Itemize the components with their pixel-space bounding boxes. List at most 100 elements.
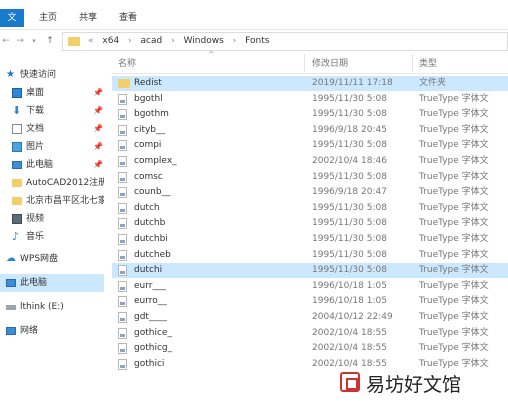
file-type: 文件夹: [419, 78, 447, 88]
file-row[interactable]: eurro__ 1996/10/18 1:05 TrueType 字体文: [112, 294, 508, 309]
crumb-x64[interactable]: x64: [99, 33, 122, 50]
column-divider[interactable]: [412, 54, 413, 72]
nav-this-pc[interactable]: 此电脑: [0, 274, 104, 292]
file-row[interactable]: counb__ 1996/9/18 20:47 TrueType 字体文: [112, 185, 508, 200]
file-row[interactable]: dutcheb 1995/11/30 5:08 TrueType 字体文: [112, 248, 508, 263]
file-type: TrueType 字体文: [419, 249, 489, 260]
font-file-icon: [118, 234, 127, 245]
crumb-windows[interactable]: Windows: [181, 33, 227, 50]
nav-wps-cloud[interactable]: ☁ WPS网盘: [0, 250, 104, 268]
back-arrow-icon[interactable]: ←: [0, 33, 12, 49]
nav-videos[interactable]: 视频: [0, 210, 104, 228]
star-icon: ★: [6, 69, 15, 80]
address-bar[interactable]: « x64 › acad › Windows › Fonts: [62, 32, 508, 51]
pin-icon[interactable]: 📌: [93, 102, 103, 120]
tab-view[interactable]: 查看: [115, 10, 141, 26]
file-name: dutcheb: [134, 249, 171, 260]
nav-pictures[interactable]: 图片 📌: [0, 138, 104, 156]
file-list: Redist 2019/11/11 17:18 文件夹 bgothl 1995/11/3…: [112, 76, 508, 414]
column-header-name[interactable]: 名称: [118, 55, 136, 73]
column-header-date[interactable]: 修改日期: [312, 55, 348, 73]
tab-file[interactable]: 文件: [0, 9, 24, 41]
nav-label: 此电脑: [20, 278, 48, 288]
column-divider[interactable]: [304, 54, 305, 72]
nav-drive-e[interactable]: lthink (E:): [0, 298, 104, 316]
font-file-icon: [118, 312, 127, 323]
column-header-type[interactable]: 类型: [419, 55, 437, 73]
file-date: 2019/11/11 17:18: [312, 78, 393, 88]
file-date: 1996/9/18 20:47: [312, 187, 387, 198]
nav-label: 网络: [20, 326, 39, 336]
file-date: 1996/9/18 20:45: [312, 124, 387, 135]
crumb-separator-icon[interactable]: ›: [125, 33, 135, 50]
nav-downloads[interactable]: ⬇ 下载 📌: [0, 102, 104, 120]
nav-network[interactable]: 网络: [0, 322, 104, 340]
file-row[interactable]: cityb__ 1996/9/18 20:45 TrueType 字体文: [112, 123, 508, 138]
file-type: TrueType 字体文: [419, 312, 489, 322]
nav-label: 快速访问: [20, 70, 57, 80]
file-row[interactable]: dutch 1995/11/30 5:08 TrueType 字体文: [112, 201, 508, 216]
file-name: dutch: [134, 202, 160, 213]
crumb-separator-icon[interactable]: ›: [168, 33, 178, 50]
tab-home[interactable]: 主页: [35, 10, 61, 26]
file-row[interactable]: bgothl 1995/11/30 5:08 TrueType 字体文: [112, 92, 508, 107]
nav-label: 音乐: [26, 232, 45, 242]
desktop-icon: [12, 88, 22, 98]
file-name: gdt____: [134, 312, 167, 322]
music-icon: ♪: [12, 230, 20, 243]
file-row[interactable]: gdt____ 2004/10/12 22:49 TrueType 字体文: [112, 310, 508, 325]
file-type: TrueType 字体文: [419, 171, 489, 182]
recent-locations-chevron-icon[interactable]: ▾: [28, 33, 40, 49]
file-row[interactable]: eurr___ 1996/10/18 1:05 TrueType 字体文: [112, 279, 508, 294]
file-name: eurro__: [134, 296, 167, 307]
font-file-icon: [118, 327, 127, 339]
nav-music[interactable]: ♪ 音乐: [0, 228, 104, 246]
font-file-icon: [118, 249, 127, 261]
file-row[interactable]: compi 1995/11/30 5:08 TrueType 字体文: [112, 138, 508, 153]
file-row[interactable]: dutchi 1995/11/30 5:08 TrueType 字体文: [112, 263, 508, 279]
file-date: 2002/10/4 18:46: [312, 156, 387, 166]
file-row[interactable]: bgothm 1995/11/30 5:08 TrueType 字体文: [112, 107, 508, 122]
nav-desktop[interactable]: 桌面 📌: [0, 84, 104, 102]
nav-label: 视频: [26, 214, 45, 224]
file-name: bgothl: [134, 93, 163, 104]
crumb-acad[interactable]: acad: [138, 33, 166, 50]
file-name: eurr___: [134, 280, 166, 291]
file-row[interactable]: Redist 2019/11/11 17:18 文件夹: [112, 76, 508, 91]
file-row[interactable]: dutchb 1995/11/30 5:08 TrueType 字体文: [112, 216, 508, 231]
crumb-fonts[interactable]: Fonts: [242, 33, 272, 50]
file-row[interactable]: dutchbi 1995/11/30 5:08 TrueType 字体文: [112, 232, 508, 247]
network-icon: [6, 327, 16, 335]
file-type: TrueType 字体文: [419, 280, 489, 291]
file-row[interactable]: gothice_ 2002/10/4 18:55 TrueType 字体文: [112, 326, 508, 341]
file-date: 1995/11/30 5:08: [312, 202, 387, 213]
computer-icon: [6, 279, 16, 287]
pin-icon[interactable]: 📌: [93, 120, 103, 138]
nav-documents[interactable]: 文档 📌: [0, 120, 104, 138]
pin-icon[interactable]: 📌: [93, 156, 103, 174]
overflow-crumb[interactable]: «: [85, 33, 97, 50]
font-file-icon: [118, 358, 127, 370]
file-row[interactable]: comsc 1995/11/30 5:08 TrueType 字体文: [112, 170, 508, 185]
nav-beijing-folder[interactable]: 北京市昌平区北七家: [0, 192, 104, 210]
nav-label: 桌面: [26, 88, 45, 98]
file-date: 1995/11/30 5:08: [312, 249, 387, 260]
pin-icon[interactable]: 📌: [93, 84, 103, 102]
watermark-text: 易坊好文馆: [366, 374, 462, 396]
nav-this-pc-quick[interactable]: 此电脑 📌: [0, 156, 104, 174]
font-file-icon: [118, 187, 127, 199]
crumb-separator-icon[interactable]: ›: [230, 33, 240, 50]
font-file-icon: [118, 265, 127, 277]
pin-icon[interactable]: 📌: [93, 138, 103, 156]
nav-quick-access[interactable]: ★ 快速访问: [0, 66, 104, 84]
up-arrow-icon[interactable]: ↑: [44, 33, 56, 49]
file-row[interactable]: complex_ 2002/10/4 18:46 TrueType 字体文: [112, 154, 508, 169]
file-type: TrueType 字体文: [419, 296, 489, 307]
watermark-logo: [340, 372, 360, 392]
file-explorer-window: 文件 主页 共享 查看 ← → ▾ ↑ « x64 › acad › Windo…: [0, 0, 508, 414]
tab-share[interactable]: 共享: [75, 10, 101, 26]
nav-autocad-folder[interactable]: AutoCAD2012注册: [0, 174, 104, 192]
file-type: TrueType 字体文: [419, 124, 489, 135]
forward-arrow-icon[interactable]: →: [14, 33, 26, 49]
file-row[interactable]: gothicg_ 2002/10/4 18:55 TrueType 字体文: [112, 341, 508, 356]
